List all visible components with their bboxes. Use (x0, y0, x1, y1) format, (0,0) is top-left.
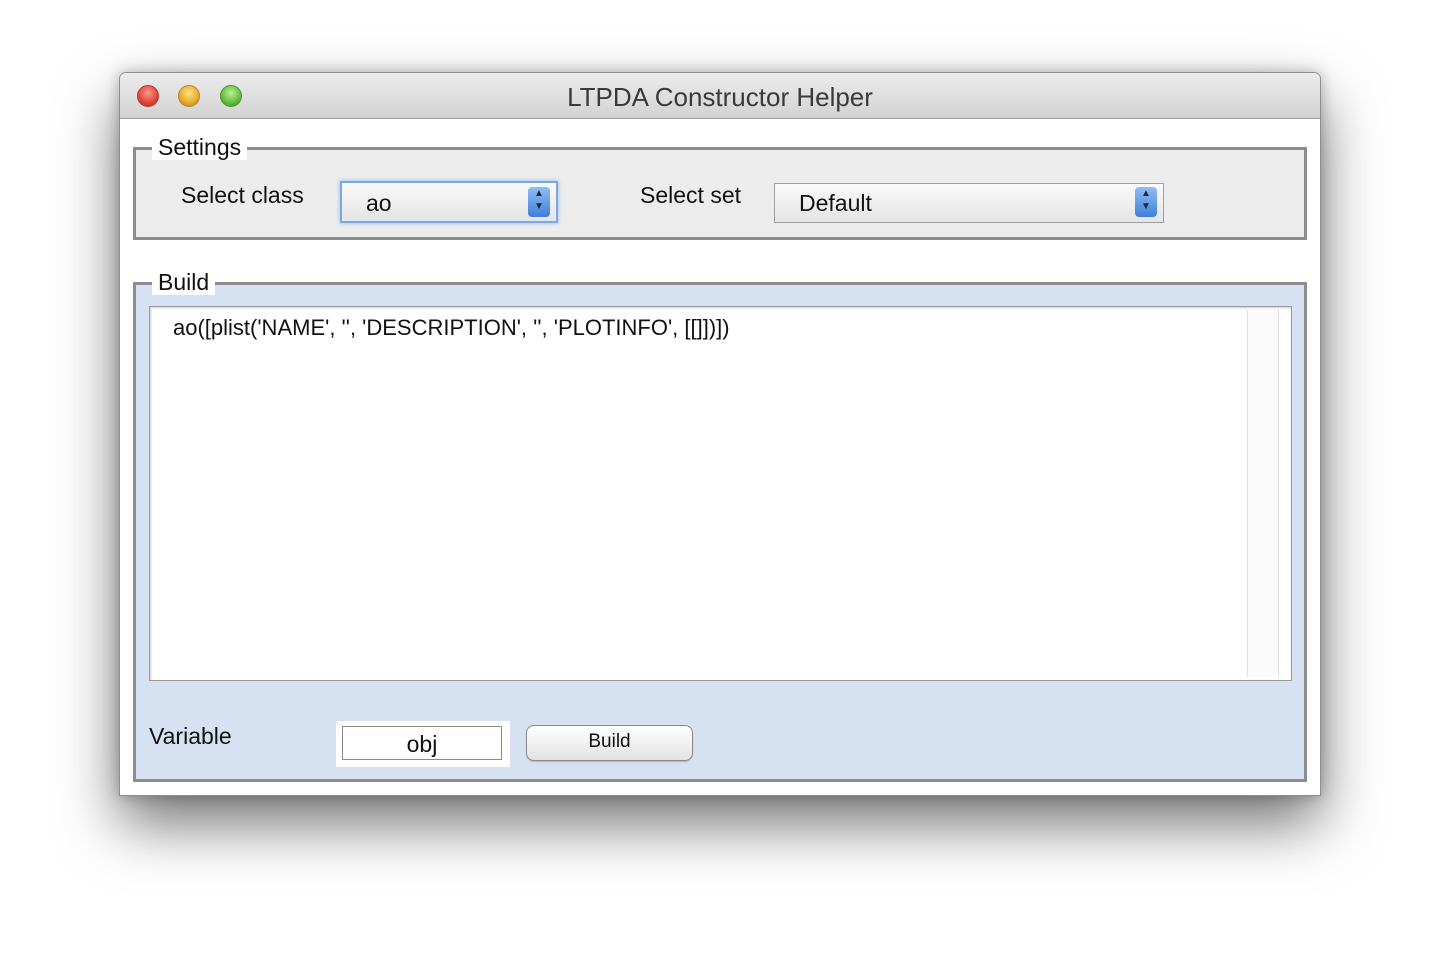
title-bar[interactable]: LTPDA Constructor Helper (120, 73, 1320, 119)
select-class-dropdown[interactable]: ao ▲ ▼ (340, 181, 558, 223)
select-set-label: Select set (640, 182, 741, 208)
build-button[interactable]: Build (526, 725, 693, 761)
variable-field-container: obj (336, 721, 510, 767)
select-class-label: Select class (181, 182, 304, 208)
build-group-label: Build (152, 269, 216, 295)
select-set-value: Default (799, 190, 872, 216)
variable-label: Variable (149, 723, 232, 749)
window-content: Settings Select class ao ▲ ▼ Select set D… (120, 119, 1320, 795)
constructor-code: ao([plist('NAME', '', 'DESCRIPTION', '',… (173, 315, 730, 340)
window-title: LTPDA Constructor Helper (567, 82, 873, 112)
build-group: Build ao([plist('NAME', '', 'DESCRIPTION… (133, 269, 1307, 782)
settings-group: Settings Select class ao ▲ ▼ Select set D… (133, 134, 1307, 240)
constructor-helper-window: LTPDA Constructor Helper Settings Select… (119, 72, 1321, 796)
variable-input[interactable]: obj (342, 726, 502, 760)
up-down-arrows-icon: ▲ ▼ (528, 187, 550, 217)
code-text-area[interactable]: ao([plist('NAME', '', 'DESCRIPTION', '',… (149, 306, 1292, 681)
settings-group-label: Settings (152, 134, 248, 160)
select-set-dropdown[interactable]: Default ▲ ▼ (774, 183, 1164, 223)
vertical-scrollbar[interactable] (1247, 310, 1279, 677)
select-class-value: ao (366, 190, 392, 216)
up-down-arrows-icon: ▲ ▼ (1135, 187, 1157, 217)
